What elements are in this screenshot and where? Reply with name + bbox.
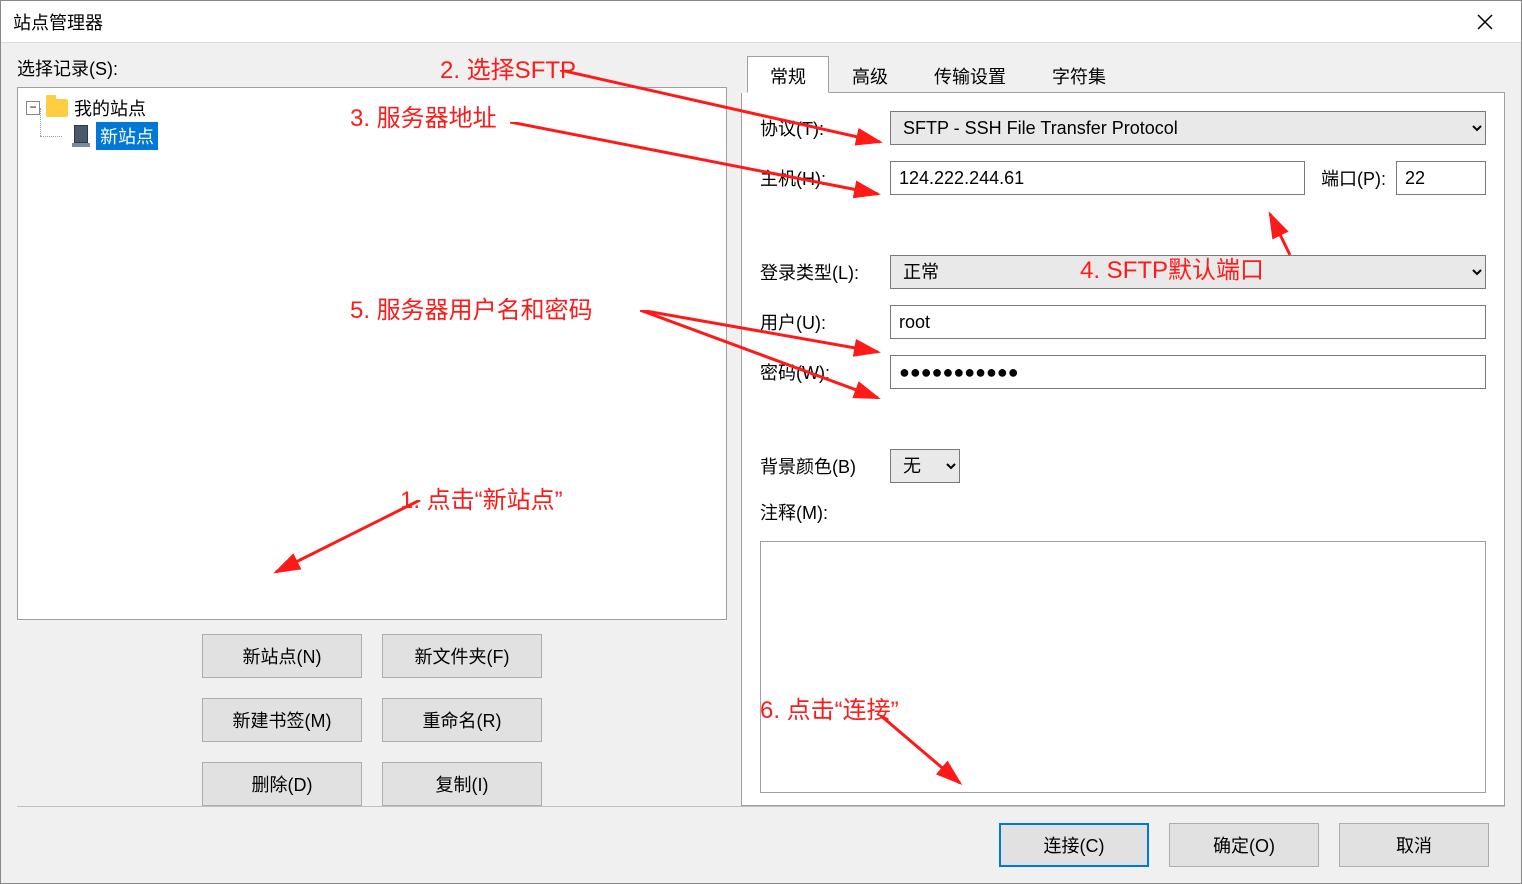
notes-label: 注释(M):	[760, 499, 1486, 525]
host-label: 主机(H):	[760, 165, 880, 191]
row-host-port: 主机(H): 端口(P):	[760, 161, 1486, 195]
main: 选择记录(S): − 我的站点 新站点 新站点(N) 新文件夹(F) 新建	[17, 55, 1505, 806]
row-user: 用户(U):	[760, 305, 1486, 339]
select-record-label: 选择记录(S):	[17, 55, 727, 81]
user-input[interactable]	[890, 305, 1486, 339]
protocol-label: 协议(T):	[760, 115, 880, 141]
new-bookmark-button[interactable]: 新建书签(M)	[202, 698, 362, 742]
delete-button[interactable]: 删除(D)	[202, 762, 362, 806]
window-title: 站点管理器	[13, 9, 103, 35]
bgcolor-select[interactable]: 无	[890, 449, 960, 483]
tree-root-my-sites[interactable]: − 我的站点	[22, 94, 722, 122]
host-input[interactable]	[890, 161, 1305, 195]
tab-content-general: 协议(T): SFTP - SSH File Transfer Protocol…	[741, 93, 1505, 806]
tab-transfer[interactable]: 传输设置	[911, 56, 1029, 93]
new-site-button[interactable]: 新站点(N)	[202, 634, 362, 678]
notes-textarea[interactable]	[760, 541, 1486, 793]
tab-general[interactable]: 常规	[747, 56, 829, 93]
server-icon	[72, 125, 90, 147]
port-label: 端口(P):	[1321, 165, 1386, 191]
protocol-select[interactable]: SFTP - SSH File Transfer Protocol	[890, 111, 1486, 145]
left-panel: 选择记录(S): − 我的站点 新站点 新站点(N) 新文件夹(F) 新建	[17, 55, 727, 806]
new-folder-button[interactable]: 新文件夹(F)	[382, 634, 542, 678]
close-button[interactable]	[1461, 2, 1509, 42]
close-icon	[1477, 14, 1493, 30]
site-manager-window: 站点管理器 选择记录(S): − 我的站点 新站点	[0, 0, 1522, 884]
user-label: 用户(U):	[760, 309, 880, 335]
login-type-label: 登录类型(L):	[760, 259, 880, 285]
row-protocol: 协议(T): SFTP - SSH File Transfer Protocol	[760, 111, 1486, 145]
cancel-button[interactable]: 取消	[1339, 823, 1489, 867]
password-input[interactable]	[890, 355, 1486, 389]
connect-button[interactable]: 连接(C)	[999, 823, 1149, 867]
rename-button[interactable]: 重命名(R)	[382, 698, 542, 742]
tree-node-new-site[interactable]: 新站点	[68, 122, 722, 150]
password-label: 密码(W):	[760, 359, 880, 385]
tree-root-label: 我的站点	[74, 95, 146, 121]
tree-node-label: 新站点	[96, 122, 158, 150]
right-panel: 常规 高级 传输设置 字符集 协议(T): SFTP - SSH File Tr…	[741, 55, 1505, 806]
tabs: 常规 高级 传输设置 字符集	[747, 55, 1505, 93]
port-input[interactable]	[1396, 161, 1486, 195]
row-login-type: 登录类型(L): 正常	[760, 255, 1486, 289]
collapse-icon[interactable]: −	[26, 101, 40, 115]
body: 选择记录(S): − 我的站点 新站点 新站点(N) 新文件夹(F) 新建	[1, 43, 1521, 883]
copy-button[interactable]: 复制(I)	[382, 762, 542, 806]
login-type-select[interactable]: 正常	[890, 255, 1486, 289]
left-buttons: 新站点(N) 新文件夹(F) 新建书签(M) 重命名(R) 删除(D) 复制(I…	[17, 634, 727, 806]
bgcolor-label: 背景颜色(B)	[760, 453, 880, 479]
ok-button[interactable]: 确定(O)	[1169, 823, 1319, 867]
folder-icon	[46, 99, 68, 117]
row-password: 密码(W):	[760, 355, 1486, 389]
site-tree[interactable]: − 我的站点 新站点	[17, 87, 727, 620]
footer: 连接(C) 确定(O) 取消	[17, 806, 1505, 883]
titlebar: 站点管理器	[1, 1, 1521, 43]
row-bgcolor: 背景颜色(B) 无	[760, 449, 1486, 483]
tab-advanced[interactable]: 高级	[829, 56, 911, 93]
tab-charset[interactable]: 字符集	[1029, 56, 1129, 93]
